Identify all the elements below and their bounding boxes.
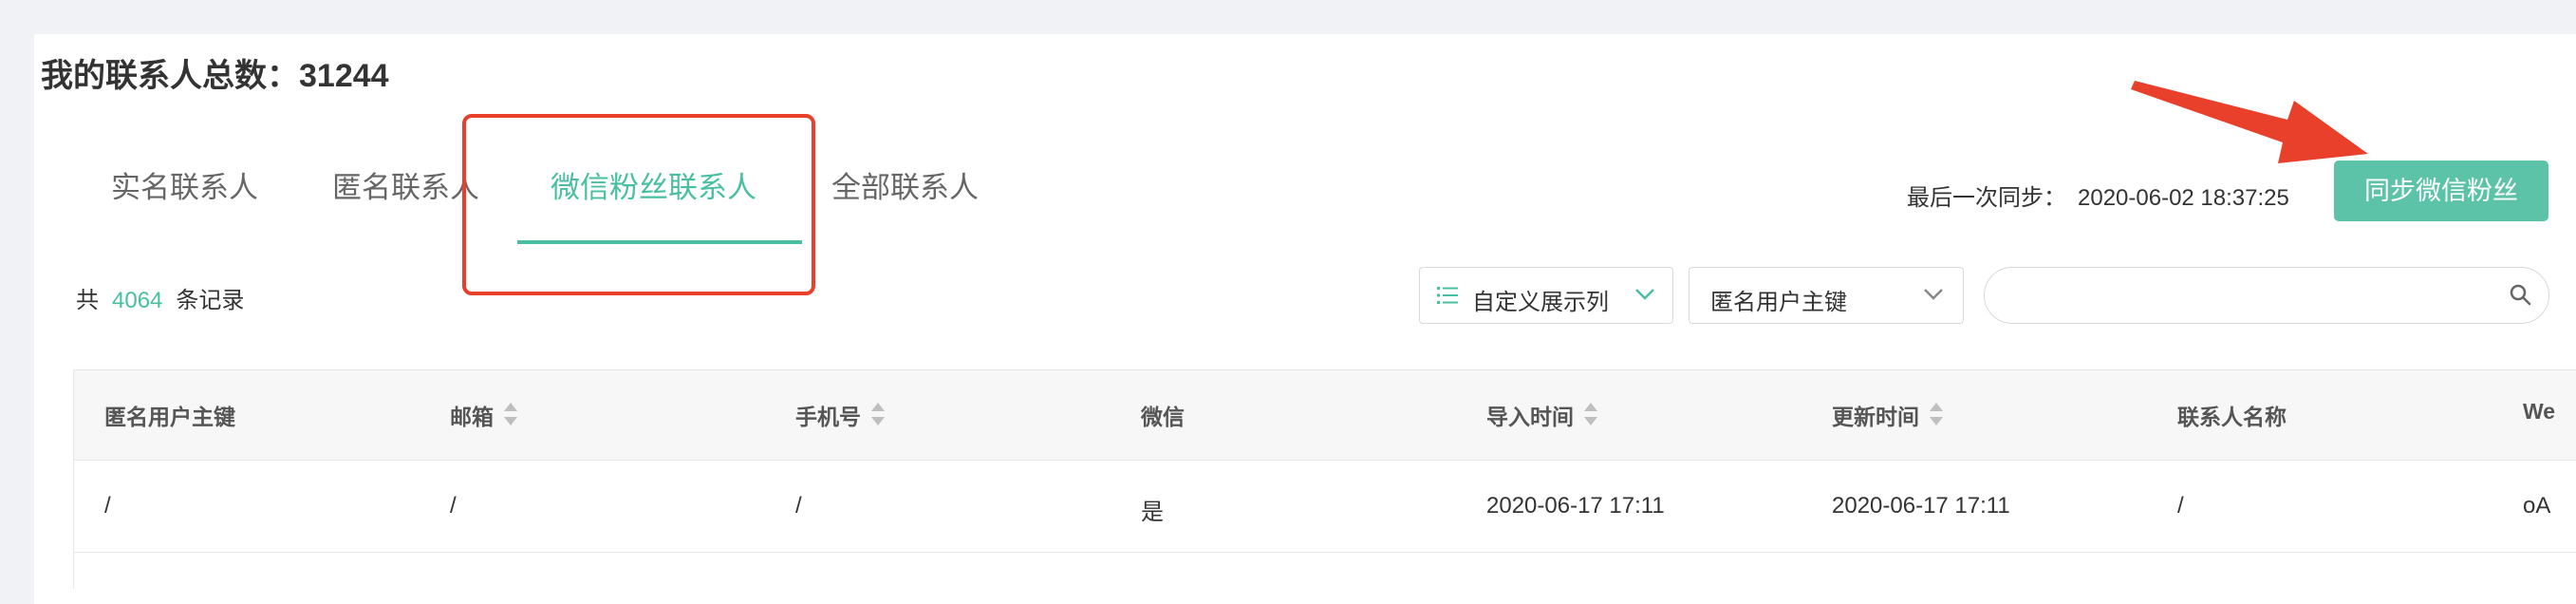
- page-title: 我的联系人总数：31244: [41, 58, 389, 94]
- list-icon: [1437, 286, 1458, 310]
- table-cell: 是: [1141, 500, 1164, 525]
- tab-all-contacts[interactable]: 全部联系人: [831, 163, 979, 206]
- last-sync-time: 2020-06-02 18:37:25: [2078, 185, 2289, 211]
- search-icon[interactable]: [2509, 283, 2531, 311]
- record-count-number: 4064: [112, 288, 163, 313]
- sort-icon[interactable]: [1583, 401, 1598, 433]
- table-cell: /: [795, 493, 802, 519]
- table-cell: oA: [2523, 493, 2551, 519]
- tab-real-name-contacts[interactable]: 实名联系人: [111, 163, 258, 206]
- table-cell: 2020-06-17 17:11: [1832, 493, 2010, 519]
- sort-icon[interactable]: [1929, 401, 1944, 433]
- chevron-down-icon: [1923, 287, 1944, 307]
- custom-columns-label: 自定义展示列: [1472, 290, 1609, 315]
- anonymous-key-select[interactable]: 匿名用户主键: [1689, 267, 1964, 324]
- column-header-email[interactable]: 邮箱: [450, 399, 518, 433]
- table-header: 匿名用户主键 邮箱 手机号 微信 导入时间 更新时间 联系人名称 We: [74, 370, 2576, 461]
- column-header-contact-name: 联系人名称: [2177, 405, 2287, 429]
- table-cell: 2020-06-17 17:11: [1486, 493, 1665, 519]
- anonymous-key-select-value: 匿名用户主键: [1710, 290, 1847, 315]
- record-count-prefix: 共: [76, 288, 99, 313]
- sync-wechat-fans-button[interactable]: 同步微信粉丝: [2334, 160, 2548, 221]
- chevron-down-icon: [1634, 287, 1655, 307]
- tab-wechat-fan-contacts[interactable]: 微信粉丝联系人: [551, 163, 756, 206]
- last-sync-info: 最后一次同步： 2020-06-02 18:37:25: [1907, 179, 2289, 212]
- search-box: [1984, 267, 2549, 324]
- record-count: 共 4064 条记录: [76, 281, 244, 314]
- record-count-suffix: 条记录: [176, 288, 245, 313]
- sort-icon[interactable]: [870, 401, 886, 433]
- sort-icon[interactable]: [503, 401, 518, 433]
- contact-tabs: 实名联系人 匿名联系人 微信粉丝联系人 全部联系人: [76, 142, 1025, 247]
- table-cell: /: [104, 493, 111, 519]
- column-header-phone[interactable]: 手机号: [795, 399, 886, 433]
- column-header-anonymous-key: 匿名用户主键: [104, 405, 235, 429]
- custom-columns-select[interactable]: 自定义展示列: [1419, 267, 1673, 324]
- column-header-update-time[interactable]: 更新时间: [1832, 399, 1944, 433]
- table-cell: /: [450, 493, 457, 519]
- last-sync-label: 最后一次同步：: [1907, 185, 2066, 211]
- column-header-import-time[interactable]: 导入时间: [1486, 399, 1598, 433]
- contacts-table: 匿名用户主键 邮箱 手机号 微信 导入时间 更新时间 联系人名称 We / / …: [73, 369, 2576, 589]
- table-row[interactable]: / / / 是 2020-06-17 17:11 2020-06-17 17:1…: [74, 461, 2576, 553]
- table-cell: /: [2177, 493, 2184, 519]
- column-header-we: We: [2523, 399, 2556, 424]
- tab-anonymous-contacts[interactable]: 匿名联系人: [332, 163, 479, 206]
- active-tab-indicator: [517, 240, 802, 244]
- search-input[interactable]: [2007, 277, 2486, 315]
- column-header-wechat: 微信: [1141, 405, 1185, 429]
